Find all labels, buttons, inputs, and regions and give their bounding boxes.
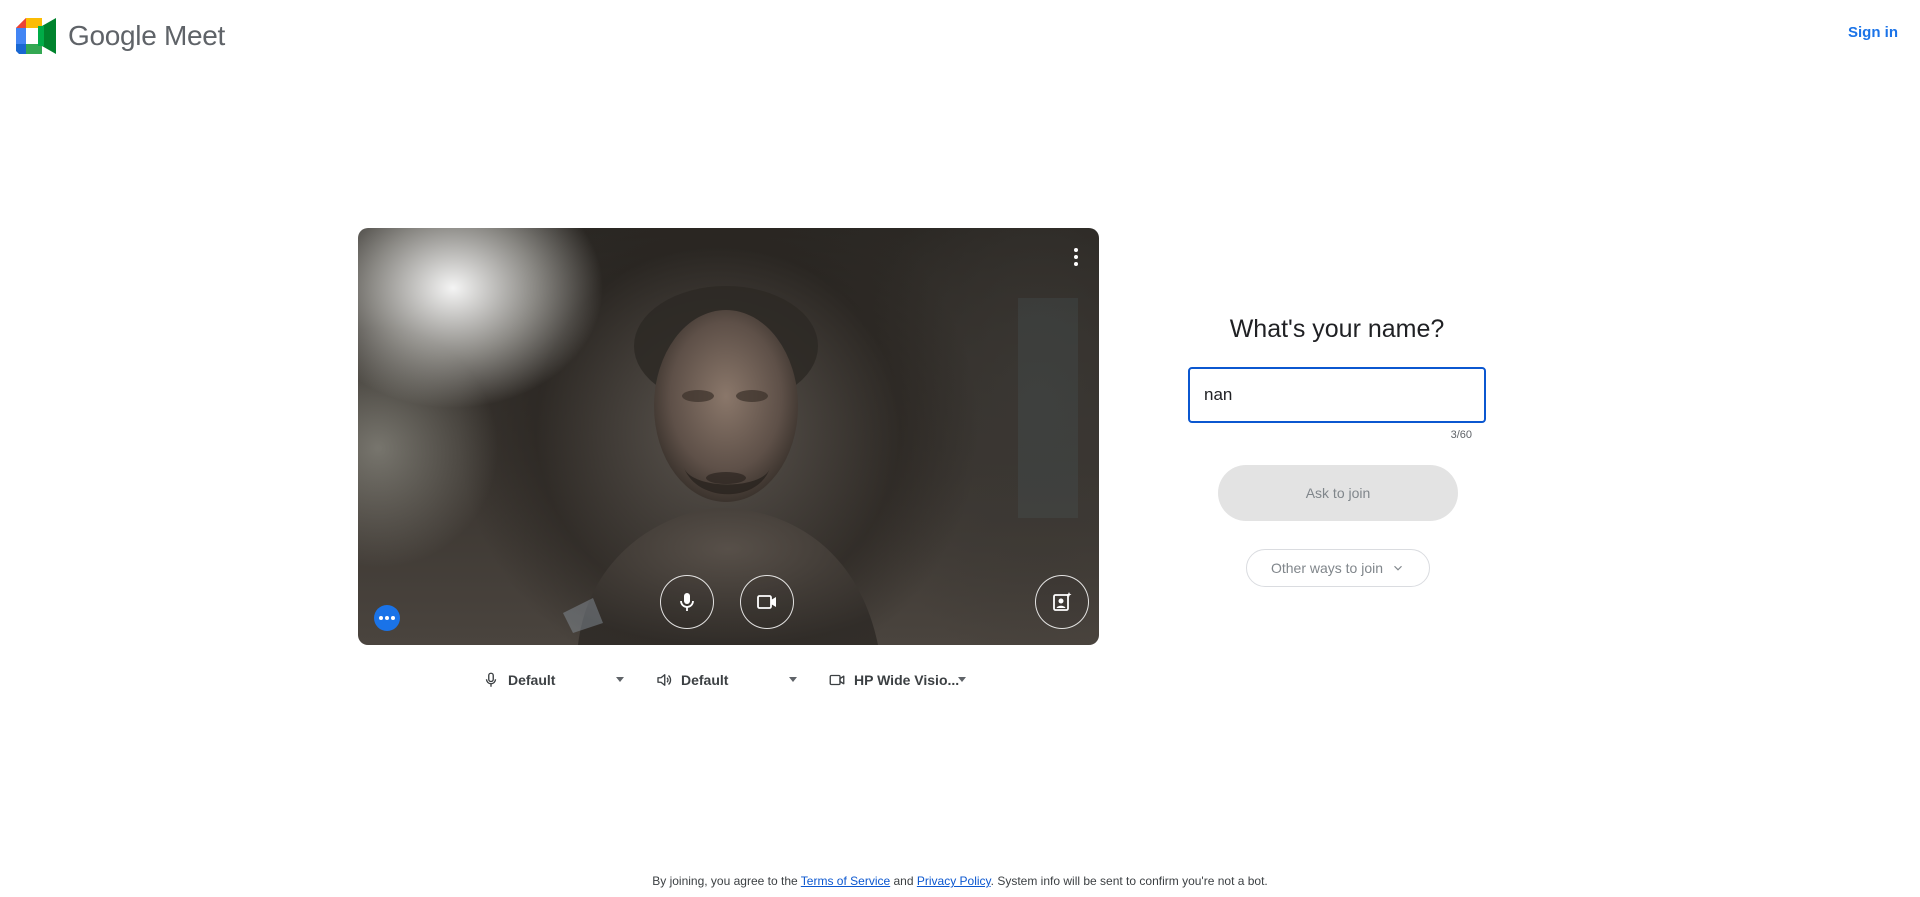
mic-icon bbox=[680, 593, 694, 611]
legal-footer: By joining, you agree to the Terms of Se… bbox=[0, 874, 1920, 888]
header: Google Meet Sign in bbox=[0, 0, 1920, 72]
speaker-icon bbox=[657, 674, 672, 686]
brand-name: Google Meet bbox=[68, 20, 226, 51]
microphone-select[interactable]: Default bbox=[482, 662, 624, 698]
terms-of-service-link[interactable]: Terms of Service bbox=[801, 874, 890, 888]
name-prompt-heading: What's your name? bbox=[1229, 315, 1445, 343]
chevron-down-icon bbox=[789, 677, 797, 682]
character-counter: 3/60 bbox=[1450, 429, 1472, 441]
meet-prejoin-page: Google Meet Sign in Default Default HP W… bbox=[0, 0, 1920, 897]
mic-outline-icon bbox=[485, 672, 497, 687]
camera-toggle-button[interactable] bbox=[740, 575, 794, 629]
sign-in-link[interactable]: Sign in bbox=[1848, 24, 1898, 41]
other-ways-to-join-button[interactable]: Other ways to join bbox=[1246, 549, 1430, 587]
device-selectors: Default Default HP Wide Visio... bbox=[0, 662, 1920, 698]
footer-suffix: . System info will be sent to confirm yo… bbox=[990, 874, 1268, 888]
meet-logo-icon bbox=[16, 18, 56, 54]
speaker-select-label: Default bbox=[681, 672, 729, 688]
more-horiz-icon[interactable] bbox=[374, 605, 400, 631]
name-field[interactable] bbox=[1188, 367, 1486, 423]
microphone-select-label: Default bbox=[508, 672, 556, 688]
speaker-select[interactable]: Default bbox=[655, 662, 797, 698]
privacy-policy-link[interactable]: Privacy Policy bbox=[917, 874, 991, 888]
camera-select-label: HP Wide Visio... bbox=[854, 672, 960, 688]
camera-select[interactable]: HP Wide Visio... bbox=[828, 662, 970, 698]
videocam-outline-icon bbox=[829, 674, 845, 686]
apply-visual-effects-button[interactable] bbox=[1035, 575, 1089, 629]
chevron-down-icon bbox=[1394, 565, 1402, 571]
name-input[interactable] bbox=[1204, 385, 1464, 405]
person-add-background-icon bbox=[1053, 592, 1072, 611]
videocam-icon bbox=[757, 595, 776, 609]
more-vert-icon[interactable] bbox=[1063, 242, 1089, 272]
other-ways-label: Other ways to join bbox=[1270, 560, 1384, 576]
microphone-toggle-button[interactable] bbox=[660, 575, 714, 629]
footer-prefix: By joining, you agree to the bbox=[652, 874, 798, 888]
google-meet-logo[interactable]: Google Meet bbox=[16, 18, 225, 54]
ask-to-join-button[interactable]: Ask to join bbox=[1218, 465, 1458, 521]
footer-and: and bbox=[893, 874, 914, 888]
chevron-down-icon bbox=[616, 677, 624, 682]
camera-preview bbox=[358, 228, 1099, 645]
chevron-down-icon bbox=[958, 677, 966, 682]
camera-feed-image bbox=[563, 286, 1078, 645]
